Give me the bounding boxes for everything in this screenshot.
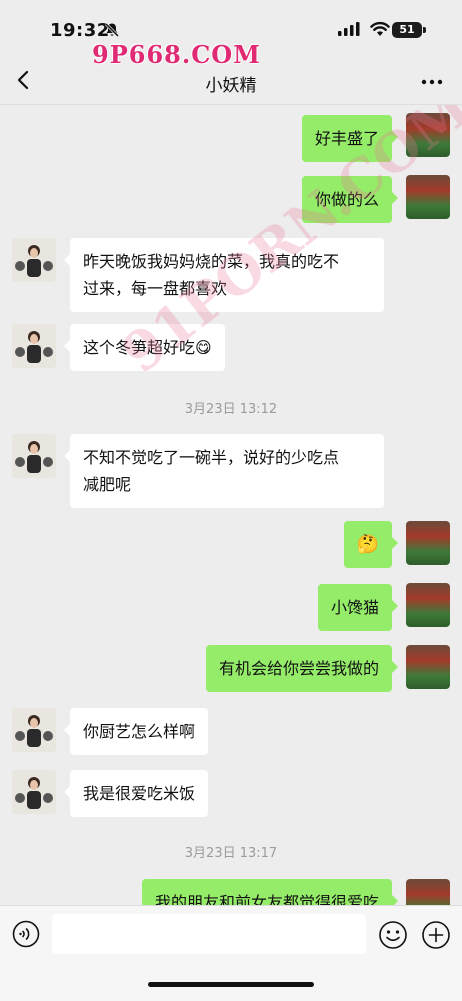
chat-title: 小妖精: [205, 76, 257, 96]
voice-icon[interactable]: [12, 920, 40, 948]
message-text: 减肥呢: [83, 475, 132, 494]
avatar-contact[interactable]: [12, 238, 56, 282]
message-input[interactable]: [52, 914, 366, 954]
avatar-contact[interactable]: [12, 770, 56, 814]
wifi-icon: [370, 21, 390, 36]
chat-area[interactable]: 好丰盛了 你做的么 昨天晚饭我妈妈烧的菜，我真的吃不 过来，每一盘都喜欢 这个冬…: [0, 105, 462, 905]
battery-icon: 51: [392, 22, 422, 38]
signal-icon: [338, 22, 360, 36]
message-text: 🤔: [356, 534, 379, 555]
plus-icon[interactable]: [421, 920, 451, 950]
message-bubble-contact[interactable]: 我是很爱吃米饭: [63, 770, 209, 817]
timestamp: 3月23日 13:12: [184, 402, 278, 417]
avatar-image: [12, 708, 56, 752]
message-text: 有机会给你尝尝我做的: [218, 659, 379, 678]
avatar-self[interactable]: [406, 175, 450, 219]
message-bubble-self[interactable]: 我的朋友和前女友都觉得很爱吃: [141, 879, 399, 905]
avatar-self[interactable]: [406, 521, 450, 565]
avatar-image: [12, 238, 56, 282]
emoji-icon[interactable]: [378, 920, 408, 950]
avatar-self[interactable]: [406, 879, 450, 905]
more-icon[interactable]: [420, 72, 444, 92]
battery-tip: [423, 27, 426, 33]
message-bubble-contact[interactable]: 你厨艺怎么样啊: [63, 708, 209, 755]
avatar-self[interactable]: [406, 645, 450, 689]
avatar-self[interactable]: [406, 583, 450, 627]
avatar-image: [12, 434, 56, 478]
message-bubble-self[interactable]: 有机会给你尝尝我做的: [205, 645, 399, 692]
message-text: 不知不觉吃了一碗半，说好的少吃点: [83, 448, 340, 467]
avatar-image: [12, 770, 56, 814]
avatar-contact[interactable]: [12, 434, 56, 478]
timestamp: 3月23日 13:17: [184, 846, 278, 861]
message-text: 小馋猫: [330, 598, 379, 617]
avatar-image: [12, 324, 56, 368]
home-indicator[interactable]: [148, 982, 314, 987]
avatar-contact[interactable]: [12, 708, 56, 752]
message-text: 你厨艺怎么样啊: [83, 722, 196, 741]
message-bubble-contact[interactable]: 不知不觉吃了一碗半，说好的少吃点 减肥呢: [64, 434, 384, 508]
message-bubble-self[interactable]: 小馋猫: [317, 584, 399, 631]
bell-muted-icon: [104, 22, 120, 38]
message-text: 我是很爱吃米饭: [83, 784, 196, 803]
avatar-contact[interactable]: [12, 324, 56, 368]
message-text: 我的朋友和前女友都觉得很爱吃: [154, 893, 379, 905]
status-time: 19:32: [50, 20, 110, 41]
nav-bar: 小妖精: [0, 58, 462, 104]
status-bar: 19:32 51: [0, 0, 462, 44]
message-bubble-self[interactable]: 🤔: [343, 521, 399, 568]
